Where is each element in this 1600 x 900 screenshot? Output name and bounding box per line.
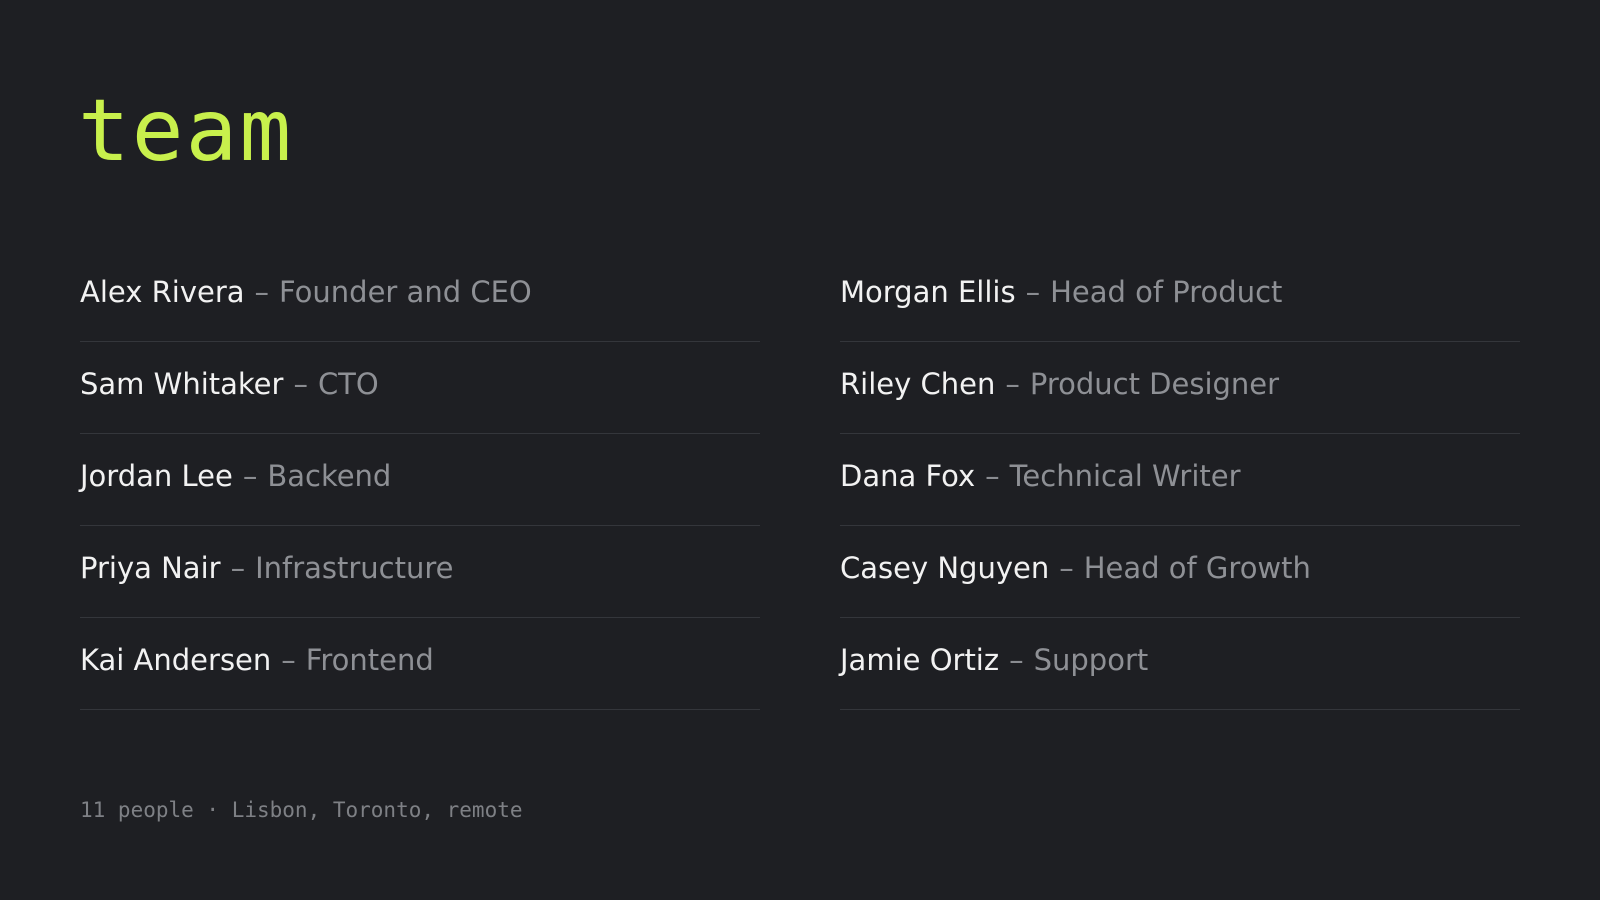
team-member-row: Sam Whitaker – CTO	[80, 342, 760, 434]
member-role: Support	[1033, 643, 1149, 677]
member-name: Priya Nair	[80, 551, 221, 585]
member-name: Alex Rivera	[80, 275, 245, 309]
member-name: Riley Chen	[840, 367, 996, 401]
member-name: Morgan Ellis	[840, 275, 1016, 309]
member-role: Technical Writer	[1009, 459, 1241, 493]
name-role-separator: –	[985, 459, 1000, 493]
member-role: CTO	[317, 367, 379, 401]
member-role: Founder and CEO	[279, 275, 532, 309]
member-name: Kai Andersen	[80, 643, 272, 677]
name-role-separator: –	[1025, 275, 1041, 309]
member-role: Head of Product	[1050, 275, 1283, 309]
page-title: team	[78, 81, 294, 181]
name-role-separator: –	[293, 367, 308, 401]
member-role: Frontend	[305, 643, 434, 677]
name-role-separator: –	[1059, 551, 1074, 585]
team-summary-footer: 11 people · Lisbon, Toronto, remote	[80, 798, 523, 822]
member-name: Dana Fox	[840, 459, 976, 493]
team-member-row: Casey Nguyen – Head of Growth	[840, 526, 1520, 618]
team-member-row: Alex Rivera – Founder and CEO	[80, 250, 760, 342]
team-member-row: Dana Fox – Technical Writer	[840, 434, 1520, 526]
member-name: Jamie Ortiz	[840, 643, 1000, 677]
team-member-row: Jordan Lee – Backend	[80, 434, 760, 526]
team-list-right: Morgan Ellis – Head of Product Riley Che…	[840, 250, 1520, 710]
name-role-separator: –	[242, 459, 258, 493]
team-list-left: Alex Rivera – Founder and CEO Sam Whitak…	[80, 250, 760, 710]
team-member-row: Morgan Ellis – Head of Product	[840, 250, 1520, 342]
name-role-separator: –	[281, 643, 296, 677]
team-member-row: Priya Nair – Infrastructure	[80, 526, 760, 618]
member-role: Backend	[267, 459, 392, 493]
name-role-separator: –	[230, 551, 246, 585]
name-role-separator: –	[254, 275, 270, 309]
name-role-separator: –	[1009, 643, 1024, 677]
member-name: Casey Nguyen	[840, 551, 1050, 585]
member-role: Head of Growth	[1083, 551, 1311, 585]
team-member-row: Jamie Ortiz – Support	[840, 618, 1520, 710]
member-name: Jordan Lee	[80, 459, 233, 493]
team-member-row: Kai Andersen – Frontend	[80, 618, 760, 710]
team-member-row: Riley Chen – Product Designer	[840, 342, 1520, 434]
member-role: Product Designer	[1029, 367, 1280, 401]
name-role-separator: –	[1005, 367, 1020, 401]
member-role: Infrastructure	[255, 551, 454, 585]
member-name: Sam Whitaker	[80, 367, 284, 401]
